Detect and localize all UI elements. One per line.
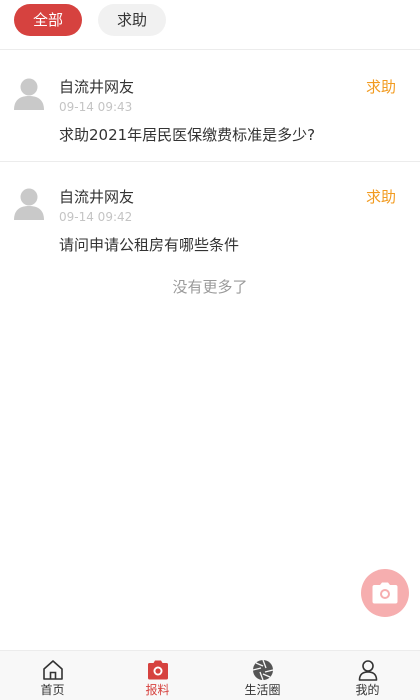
tab-mine[interactable]: 我的 (315, 651, 420, 700)
bottom-tab-bar: 首页 报料 生活圈 我的 (0, 650, 420, 700)
user-icon (358, 660, 378, 681)
camera-fab-button[interactable] (361, 569, 409, 617)
avatar (14, 76, 44, 110)
filter-help-button[interactable]: 求助 (98, 4, 166, 36)
post-time: 09-14 09:42 (59, 210, 133, 224)
home-icon (43, 660, 63, 680)
post-tag: 求助 (365, 78, 396, 96)
post-item[interactable]: 自流井网友 09-14 09:43 求助2021年居民医保缴费标准是多少? 求助 (0, 52, 420, 162)
tab-report-label: 报料 (145, 683, 170, 697)
tab-home[interactable]: 首页 (0, 651, 105, 700)
post-author: 自流井网友 (59, 78, 135, 96)
filter-bar: 全部 求助 (0, 0, 420, 50)
tab-life-circle[interactable]: 生活圈 (210, 651, 315, 700)
post-item[interactable]: 自流井网友 09-14 09:42 请问申请公租房有哪些条件 求助 (0, 162, 420, 272)
post-author: 自流井网友 (59, 188, 135, 206)
avatar (14, 186, 44, 220)
page: 全部 求助 自流井网友 09-14 09:43 求助2021年居民医保缴费标准是… (0, 0, 420, 700)
post-content: 求助2021年居民医保缴费标准是多少? (59, 126, 316, 144)
tab-report[interactable]: 报料 (105, 651, 210, 700)
list-end-text: 没有更多了 (172, 278, 248, 296)
tab-mine-label: 我的 (355, 683, 380, 697)
filter-all-button[interactable]: 全部 (14, 4, 82, 36)
post-content: 请问申请公租房有哪些条件 (59, 236, 240, 254)
camera-icon (372, 582, 398, 604)
camera-icon (148, 660, 168, 680)
post-tag: 求助 (365, 188, 396, 206)
tab-life-circle-label: 生活圈 (244, 683, 281, 697)
aperture-icon (252, 659, 274, 681)
tab-home-label: 首页 (40, 683, 65, 697)
post-time: 09-14 09:43 (59, 100, 133, 114)
